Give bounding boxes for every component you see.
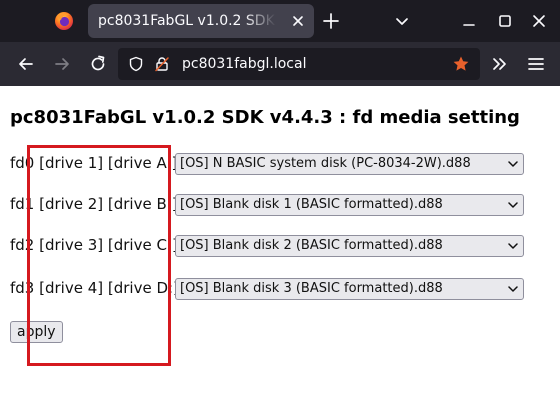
- minimize-icon[interactable]: [460, 12, 478, 30]
- tab-strip: pc8031FabGL v1.0.2 SDK v4.4.3 : fd media…: [0, 0, 560, 42]
- media-select-fd2[interactable]: [OS] Blank disk 2 (BASIC formatted).d88: [175, 235, 524, 257]
- url-text: pc8031fabgl.local: [182, 56, 307, 72]
- media-select-fd3[interactable]: [OS] Blank disk 3 (BASIC formatted).d88: [175, 278, 524, 300]
- close-icon[interactable]: [290, 13, 306, 29]
- active-tab[interactable]: pc8031FabGL v1.0.2 SDK v4.4.3 : fd media…: [88, 4, 314, 38]
- navigation-toolbar: pc8031fabgl.local: [0, 42, 560, 86]
- chevron-down-icon: [508, 243, 518, 249]
- drive-labels-highlight-box: [27, 145, 171, 366]
- firefox-logo-icon[interactable]: [54, 11, 74, 31]
- media-select-fd0[interactable]: [OS] N BASIC system disk (PC-8034-2W).d8…: [175, 153, 524, 175]
- star-icon[interactable]: [452, 55, 470, 73]
- double-chevron-icon[interactable]: [490, 54, 510, 74]
- chevron-down-icon: [508, 286, 518, 292]
- maximize-icon[interactable]: [496, 12, 514, 30]
- hamburger-menu-icon[interactable]: [526, 54, 546, 74]
- chevron-down-icon: [508, 161, 518, 167]
- tab-title: pc8031FabGL v1.0.2 SDK v4.4.3 : fd media…: [98, 13, 276, 29]
- shield-icon[interactable]: [128, 56, 144, 72]
- media-select-value: [OS] Blank disk 2 (BASIC formatted).d88: [180, 238, 443, 253]
- plus-icon[interactable]: [322, 12, 340, 30]
- media-select-value: [OS] N BASIC system disk (PC-8034-2W).d8…: [180, 156, 471, 171]
- media-select-fd1[interactable]: [OS] Blank disk 1 (BASIC formatted).d88: [175, 194, 524, 216]
- reload-icon[interactable]: [88, 54, 108, 74]
- url-bar[interactable]: pc8031fabgl.local: [118, 48, 480, 80]
- page-content: pc8031FabGL v1.0.2 SDK v4.4.3 : fd media…: [0, 86, 560, 400]
- chevron-down-icon[interactable]: [394, 13, 410, 29]
- page-title: pc8031FabGL v1.0.2 SDK v4.4.3 : fd media…: [10, 107, 520, 128]
- media-select-value: [OS] Blank disk 3 (BASIC formatted).d88: [180, 281, 443, 296]
- insecure-lock-icon[interactable]: [154, 56, 170, 72]
- close-window-icon[interactable]: [530, 12, 548, 30]
- media-select-value: [OS] Blank disk 1 (BASIC formatted).d88: [180, 197, 443, 212]
- chevron-down-icon: [508, 202, 518, 208]
- back-arrow-icon[interactable]: [16, 54, 36, 74]
- forward-arrow-icon[interactable]: [52, 54, 72, 74]
